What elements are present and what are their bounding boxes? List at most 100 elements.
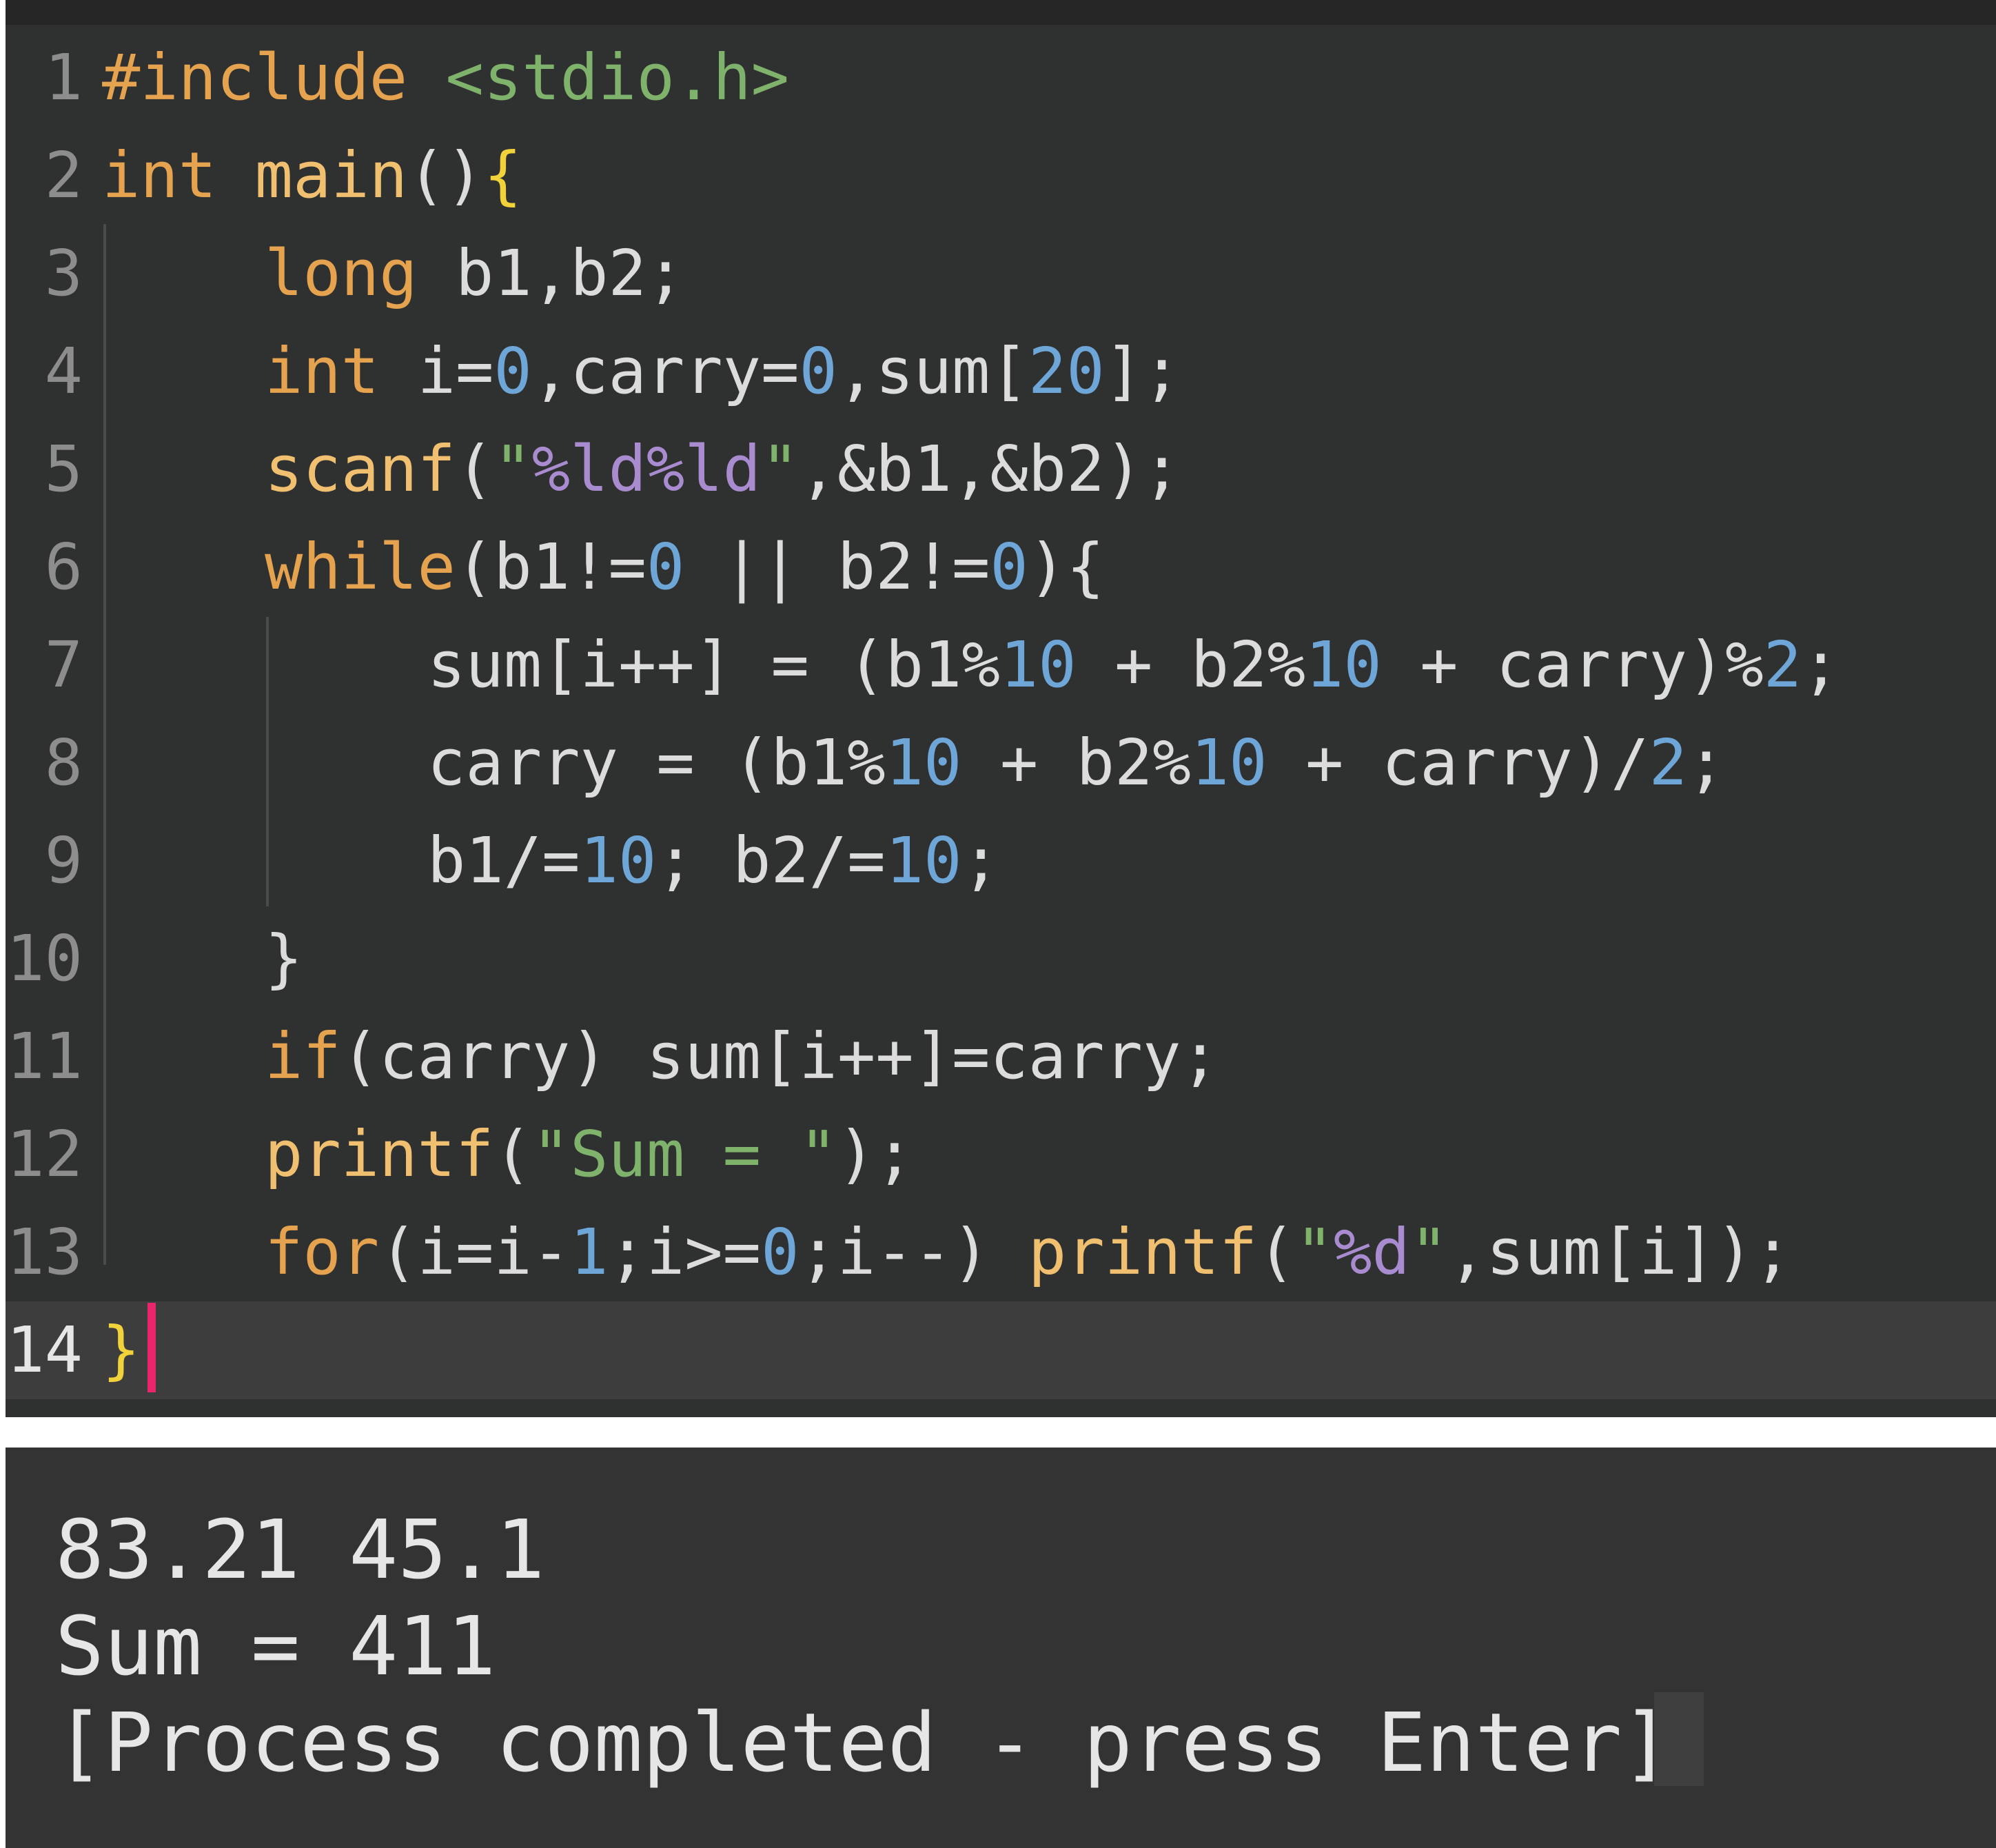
code-token: 0 — [493, 334, 532, 408]
code-text: #include <stdio.h> — [102, 29, 789, 127]
terminal-output[interactable]: 83.21 45.1 Sum = 411 [Process completed … — [6, 1448, 1996, 1848]
code-token: ( — [455, 432, 494, 506]
code-text: } — [265, 910, 303, 1008]
editor-top-bar — [6, 0, 1996, 25]
code-editor[interactable]: 1 #include <stdio.h> 2 int main(){3 long b1,… — [6, 0, 1996, 1417]
code-token: ;i>= — [608, 1215, 762, 1289]
line-number: 11 — [6, 1019, 83, 1093]
code-token: } — [265, 922, 303, 995]
code-token: 0 — [646, 530, 685, 604]
code-line[interactable]: 6 while(b1!=0 || b2!=0){ — [6, 518, 1996, 616]
code-line[interactable]: 4 int i=0,carry=0,sum[20]; — [6, 323, 1996, 420]
code-token: 10 — [885, 824, 962, 897]
code-token: ( — [493, 1117, 532, 1191]
code-token: long — [265, 236, 456, 310]
code-line[interactable]: 3 long b1,b2; — [6, 225, 1996, 323]
code-token: sum[i++] = (b1% — [427, 628, 1000, 702]
code-token: printf — [1028, 1215, 1258, 1289]
code-line[interactable]: 13 for(i=i-1;i>=0;i--) printf("%d",sum[i]… — [6, 1204, 1996, 1301]
code-token: 0 — [761, 1215, 800, 1289]
code-token: + b2% — [1076, 628, 1305, 702]
line-number: 1 — [44, 41, 83, 114]
code-text: int i=0,carry=0,sum[20]; — [265, 323, 1181, 420]
code-token: ;i--) — [799, 1215, 1028, 1289]
code-token: 10 — [580, 824, 657, 897]
line-number: 14 — [6, 1313, 83, 1387]
code-text: int main(){ — [102, 127, 522, 225]
line-number: 5 — [44, 432, 83, 506]
code-token: ,&b1,&b2); — [799, 432, 1181, 506]
code-token: () — [407, 139, 484, 212]
code-token: 10 — [885, 726, 962, 800]
code-token: 2 — [1649, 726, 1687, 800]
code-token: int — [265, 334, 418, 408]
code-token: ; — [1687, 726, 1726, 800]
code-token: ; — [1802, 628, 1840, 702]
code-line[interactable]: 1 #include <stdio.h> — [6, 29, 1996, 127]
line-number: 9 — [44, 824, 83, 897]
code-text: if(carry) sum[i++]=carry; — [265, 1008, 1219, 1106]
code-line[interactable]: 8 carry = (b1%10 + b2%10 + carry)/2; — [6, 714, 1996, 812]
code-token: + b2% — [961, 726, 1191, 800]
code-token: { — [483, 139, 522, 212]
code-token: %d — [1333, 1215, 1410, 1289]
code-token: 10 — [1190, 726, 1267, 800]
code-token: " — [493, 432, 532, 506]
code-token: ){ — [1028, 530, 1105, 604]
line-number: 12 — [6, 1117, 83, 1191]
console-line-input: 83.21 45.1 — [55, 1502, 545, 1597]
line-number: 10 — [6, 922, 83, 995]
code-token: (i=i- — [379, 1215, 571, 1289]
code-token: ]; — [1104, 334, 1181, 408]
indent-guide-main — [103, 224, 106, 1265]
code-line[interactable]: 12 printf("Sum = "); — [6, 1106, 1996, 1204]
code-token: ; b2/= — [656, 824, 886, 897]
code-token: printf — [265, 1117, 494, 1191]
code-text: sum[i++] = (b1%10 + b2%10 + carry)%2; — [427, 616, 1840, 714]
code-token: while — [265, 530, 456, 604]
code-token: for — [265, 1215, 380, 1289]
line-number: 13 — [6, 1215, 83, 1289]
code-token: #include — [102, 41, 446, 114]
code-token: 1 — [570, 1215, 609, 1289]
line-number: 4 — [44, 334, 83, 408]
code-token: carry = (b1% — [427, 726, 886, 800]
text-cursor — [147, 1303, 156, 1392]
code-token: %ld%ld — [531, 432, 762, 506]
code-text: while(b1!=0 || b2!=0){ — [265, 518, 1105, 616]
line-number: 6 — [44, 530, 83, 604]
code-line[interactable]: 5 scanf("%ld%ld",&b1,&b2); — [6, 420, 1996, 518]
code-token: " — [761, 432, 800, 506]
code-token: ,sum[i]); — [1448, 1215, 1792, 1289]
code-token: ); — [837, 1117, 914, 1191]
code-token: ,sum[ — [837, 334, 1028, 408]
code-line[interactable]: 14} — [6, 1301, 1996, 1399]
code-text: carry = (b1%10 + b2%10 + carry)/2; — [427, 714, 1725, 812]
code-line[interactable]: 10} — [6, 910, 1996, 1008]
line-number: 3 — [44, 236, 83, 310]
code-token: main — [254, 139, 408, 212]
code-line[interactable]: 7 sum[i++] = (b1%10 + b2%10 + carry)%2; — [6, 616, 1996, 714]
code-token: || b2!= — [684, 530, 990, 604]
indent-guide-while — [266, 617, 269, 906]
code-token: ,carry= — [531, 334, 800, 408]
code-token: (b1!= — [455, 530, 646, 604]
panel-separator — [0, 1417, 1996, 1448]
code-line[interactable]: 2 int main(){ — [6, 127, 1996, 225]
code-token: 10 — [999, 628, 1077, 702]
code-token: (carry) sum[i++]=carry; — [340, 1019, 1219, 1093]
code-token: b1,b2; — [455, 236, 685, 310]
code-token: + carry)% — [1381, 628, 1764, 702]
code-token: <stdio.h> — [445, 41, 790, 114]
code-line[interactable]: 9 b1/=10; b2/=10; — [6, 812, 1996, 910]
code-token: i= — [417, 334, 494, 408]
code-token: int — [102, 139, 255, 212]
code-token: ; — [961, 824, 1000, 897]
terminal-cursor — [1654, 1692, 1704, 1786]
code-token: ( — [1257, 1215, 1296, 1289]
code-token: 0 — [799, 334, 837, 408]
code-line[interactable]: 11 if(carry) sum[i++]=carry; — [6, 1008, 1996, 1106]
code-token: " — [1409, 1215, 1449, 1289]
line-number: 7 — [44, 628, 83, 702]
code-token: 2 — [1763, 628, 1802, 702]
